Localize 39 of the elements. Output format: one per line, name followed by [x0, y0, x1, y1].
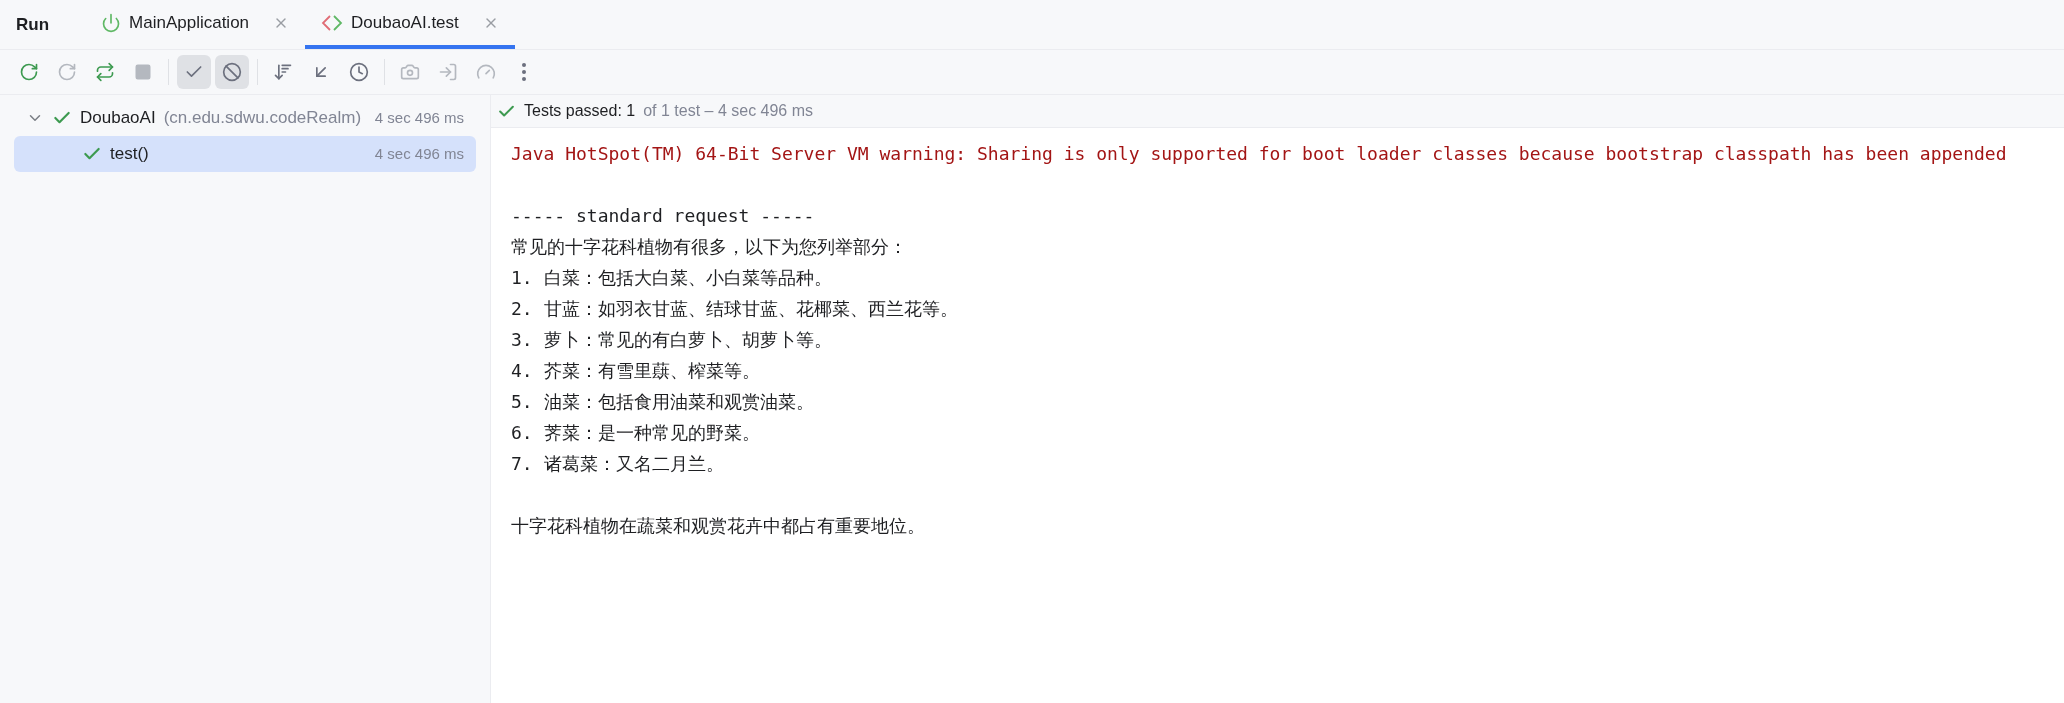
summary-label: Tests passed: 1: [524, 101, 636, 121]
more-icon: [522, 63, 526, 81]
console-line: 6. 荠菜：是一种常见的野菜。: [511, 421, 760, 445]
test-name: DoubaoAI: [80, 107, 156, 130]
clock-icon: [349, 62, 369, 82]
tab-label: MainApplication: [129, 12, 250, 35]
console-line: 1. 白菜：包括大白菜、小白菜等品种。: [511, 266, 832, 290]
console-line: 常见的十字花科植物有很多，以下为您列举部分：: [511, 235, 907, 259]
console-line: ----- standard request -----: [511, 204, 815, 228]
tree-item[interactable]: test() 4 sec 496 ms: [14, 136, 476, 172]
tab-label: DoubaoAI.test: [351, 12, 459, 35]
import-icon: [438, 62, 458, 82]
console-line: 4. 芥菜：有雪里蕻、榨菜等。: [511, 359, 760, 383]
test-icon: [321, 14, 344, 32]
prohibited-icon: [222, 62, 242, 82]
console-line: 3. 萝卜：常见的有白萝卜、胡萝卜等。: [511, 328, 832, 352]
power-icon: [101, 13, 122, 33]
repeat-icon: [95, 62, 115, 82]
console-line: 7. 诸葛菜：又名二月兰。: [511, 452, 724, 476]
console-line: Java HotSpot(TM) 64-Bit Server VM warning: Sharing is only supported for boot loader classes because bootstrap classpath has been appended: [511, 142, 2007, 166]
console-line: 十字花科植物在蔬菜和观赏花卉中都占有重要地位。: [511, 514, 925, 538]
duration: 4 sec 496 ms: [374, 143, 464, 164]
gauge-icon: [476, 62, 496, 82]
test-name: test(): [110, 143, 149, 166]
check-button[interactable]: [177, 55, 211, 89]
rerun-icon: [57, 62, 77, 82]
tab[interactable]: MainApplication: [85, 1, 306, 49]
duration: 4 sec 496 ms: [374, 107, 464, 128]
sort-icon: [273, 62, 293, 82]
tree-item[interactable]: DoubaoAI (cn.edu.sdwu.codeRealm) 4 sec 496 ms: [14, 100, 476, 136]
summary-detail: of 1 test – 4 sec 496 ms: [643, 101, 814, 121]
camera-icon: [400, 62, 420, 82]
stop-icon: [134, 63, 152, 81]
prohibited-button[interactable]: [215, 55, 249, 89]
console-line: 5. 油菜：包括食用油菜和观赏油菜。: [511, 390, 814, 414]
panel-title: Run: [16, 13, 50, 36]
console-line: 2. 甘蓝：如羽衣甘蓝、结球甘蓝、花椰菜、西兰花等。: [511, 297, 958, 321]
rerun-icon: [19, 62, 39, 82]
package-name: (cn.edu.sdwu.codeRealm): [163, 107, 362, 130]
